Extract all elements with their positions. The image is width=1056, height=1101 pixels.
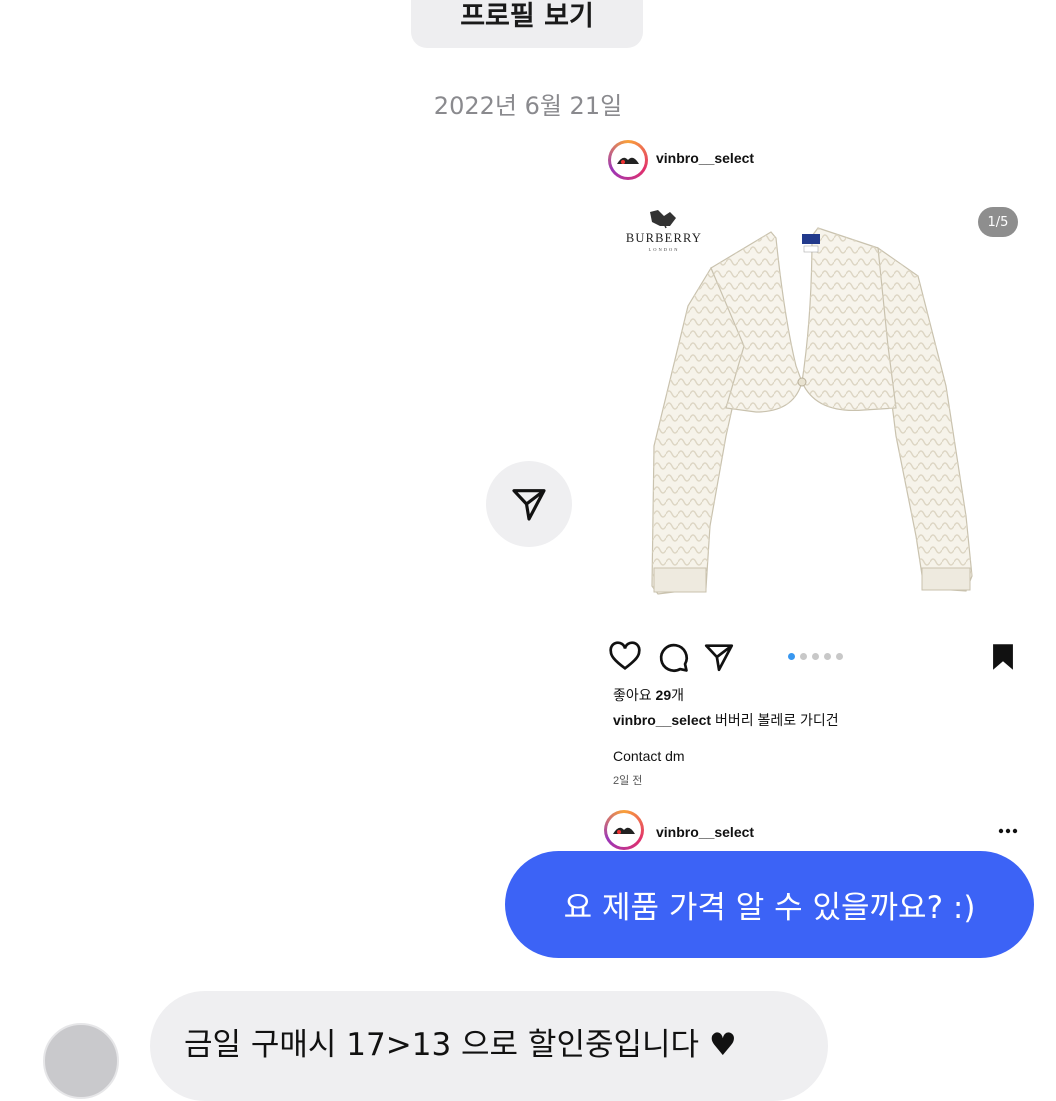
image-counter-badge: 1/5 xyxy=(978,207,1018,237)
sender-avatar[interactable] xyxy=(43,1023,119,1099)
likes-suffix: 개 xyxy=(671,687,684,703)
likes-count[interactable]: 좋아요 29개 xyxy=(613,685,684,705)
brand-logo-subtext: LONDON xyxy=(649,247,680,252)
burberry-logo: BURBERRY LONDON xyxy=(612,208,716,254)
brand-logo-text: BURBERRY xyxy=(626,231,702,245)
post-author-avatar[interactable] xyxy=(608,140,648,180)
post-caption: vinbro__select 버버리 볼레로 가디건 xyxy=(613,710,839,730)
caption-contact: Contact dm xyxy=(613,748,685,764)
heart-outline-icon[interactable] xyxy=(608,640,642,674)
ellipsis-icon[interactable] xyxy=(998,828,1018,834)
post-action-row xyxy=(606,640,1036,678)
carousel-dot-active xyxy=(788,653,795,660)
view-profile-button[interactable]: 프로필 보기 xyxy=(411,0,643,48)
their-message-bubble[interactable]: 금일 구매시 17>13 으로 할인중입니다 ♥ xyxy=(150,991,828,1101)
next-post-username[interactable]: vinbro__select xyxy=(656,824,754,840)
carousel-dot xyxy=(824,653,831,660)
view-profile-label: 프로필 보기 xyxy=(460,0,594,32)
caption-text: 버버리 볼레로 가디건 xyxy=(711,712,839,728)
cardigan-product-photo xyxy=(651,227,973,595)
carousel-dot xyxy=(800,653,807,660)
next-post-header[interactable]: vinbro__select xyxy=(604,810,1034,852)
caption-username[interactable]: vinbro__select xyxy=(613,712,711,728)
post-author-username[interactable]: vinbro__select xyxy=(656,150,754,166)
carousel-dot xyxy=(836,653,843,660)
my-message-bubble[interactable]: 요 제품 가격 알 수 있을까요? :) xyxy=(505,851,1034,958)
date-separator: 2022년 6월 21일 xyxy=(433,92,623,120)
bookmark-filled-icon[interactable] xyxy=(986,640,1020,674)
likes-prefix: 좋아요 xyxy=(613,687,656,703)
share-button[interactable] xyxy=(486,461,572,547)
carousel-dot xyxy=(812,653,819,660)
paper-plane-icon[interactable] xyxy=(702,640,736,674)
post-image[interactable] xyxy=(606,196,1042,624)
post-time-ago: 2일 전 xyxy=(613,775,643,787)
their-message-text: 금일 구매시 17>13 으로 할인중입니다 ♥ xyxy=(184,1027,737,1063)
likes-number: 29 xyxy=(655,687,672,703)
paper-plane-icon xyxy=(512,489,546,521)
comment-bubble-icon[interactable] xyxy=(656,640,690,674)
my-message-text: 요 제품 가격 알 수 있을까요? :) xyxy=(563,890,976,926)
shared-post-header[interactable]: vinbro__select xyxy=(606,140,1046,184)
next-post-avatar[interactable] xyxy=(604,810,644,850)
